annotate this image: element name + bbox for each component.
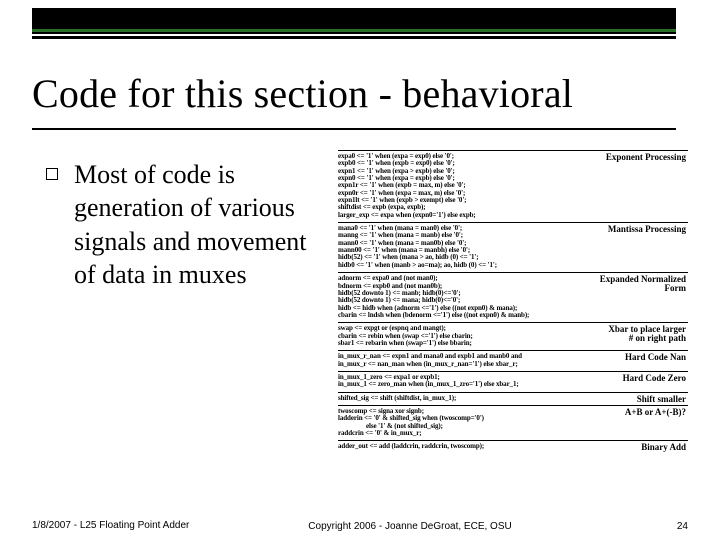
code-section: A+B or A+(-B)?twoscomp <= signa xor sign… — [338, 406, 688, 441]
square-bullet-icon — [46, 168, 58, 180]
section-label: Expanded Normalized Form — [600, 275, 686, 293]
section-label: A+B or A+(-B)? — [625, 408, 686, 417]
section-label: Exponent Processing — [606, 153, 686, 162]
slide: Code for this section - behavioral Most … — [0, 0, 720, 540]
top-decoration-bar — [32, 8, 676, 34]
code-section: Hard Code Nanin_mux_r_nan <= expn1 and m… — [338, 351, 688, 372]
section-label: Mantissa Processing — [608, 225, 686, 234]
section-label: Shift smaller — [637, 395, 686, 404]
code-section: Binary Addadder_out <= add (laddcrin, ra… — [338, 441, 688, 453]
code-figure: Exponent Processingexpa0 <= '1' when (ex… — [332, 150, 688, 484]
slide-title: Code for this section - behavioral — [32, 70, 688, 117]
section-label: Hard Code Zero — [623, 374, 686, 383]
code-line: larger_exp <= expa when (expn0='1') else… — [338, 212, 688, 219]
section-label: Hard Code Nan — [625, 353, 686, 362]
section-label: Binary Add — [641, 443, 686, 452]
body-area: Most of code is generation of various si… — [32, 150, 688, 484]
footer: 1/8/2007 - L25 Floating Point Adder Copy… — [32, 520, 688, 532]
code-section: Shift smallershifted_sig <= shift (shift… — [338, 393, 688, 406]
code-line: adder_out <= add (laddcrin, raddcrin, tw… — [338, 443, 688, 450]
code-line: hidb0 <= '1' when (manb > ao=ma); ao, hi… — [338, 262, 688, 269]
code-section: Exponent Processingexpa0 <= '1' when (ex… — [338, 151, 688, 223]
code-line: raddcrin <= '0' & in_mux_r; — [338, 430, 688, 437]
code-section: Expanded Normalized Formadnorm <= expa0 … — [338, 273, 688, 323]
footer-center: Copyright 2006 - Joanne DeGroat, ECE, OS… — [192, 521, 628, 532]
code-section: Mantissa Processingmana0 <= '1' when (ma… — [338, 223, 688, 273]
bullet-text: Most of code is generation of various si… — [74, 158, 332, 291]
code-line: shifted_sig <= shift (shiftdist, in_mux_… — [338, 395, 688, 402]
bullet-item: Most of code is generation of various si… — [32, 158, 332, 291]
title-underline — [32, 128, 676, 130]
code-line: cbarin <= lndsh when (bdenorm <='1') els… — [338, 312, 688, 319]
footer-left: 1/8/2007 - L25 Floating Point Adder — [32, 520, 192, 532]
footer-page-number: 24 — [628, 521, 688, 532]
code-section: Hard Code Zeroin_mux_1_zero <= expa1 or … — [338, 372, 688, 393]
code-section: Xbar to place larger # on right pathswap… — [338, 323, 688, 351]
section-label: Xbar to place larger # on right path — [608, 325, 686, 343]
left-column: Most of code is generation of various si… — [32, 150, 332, 484]
